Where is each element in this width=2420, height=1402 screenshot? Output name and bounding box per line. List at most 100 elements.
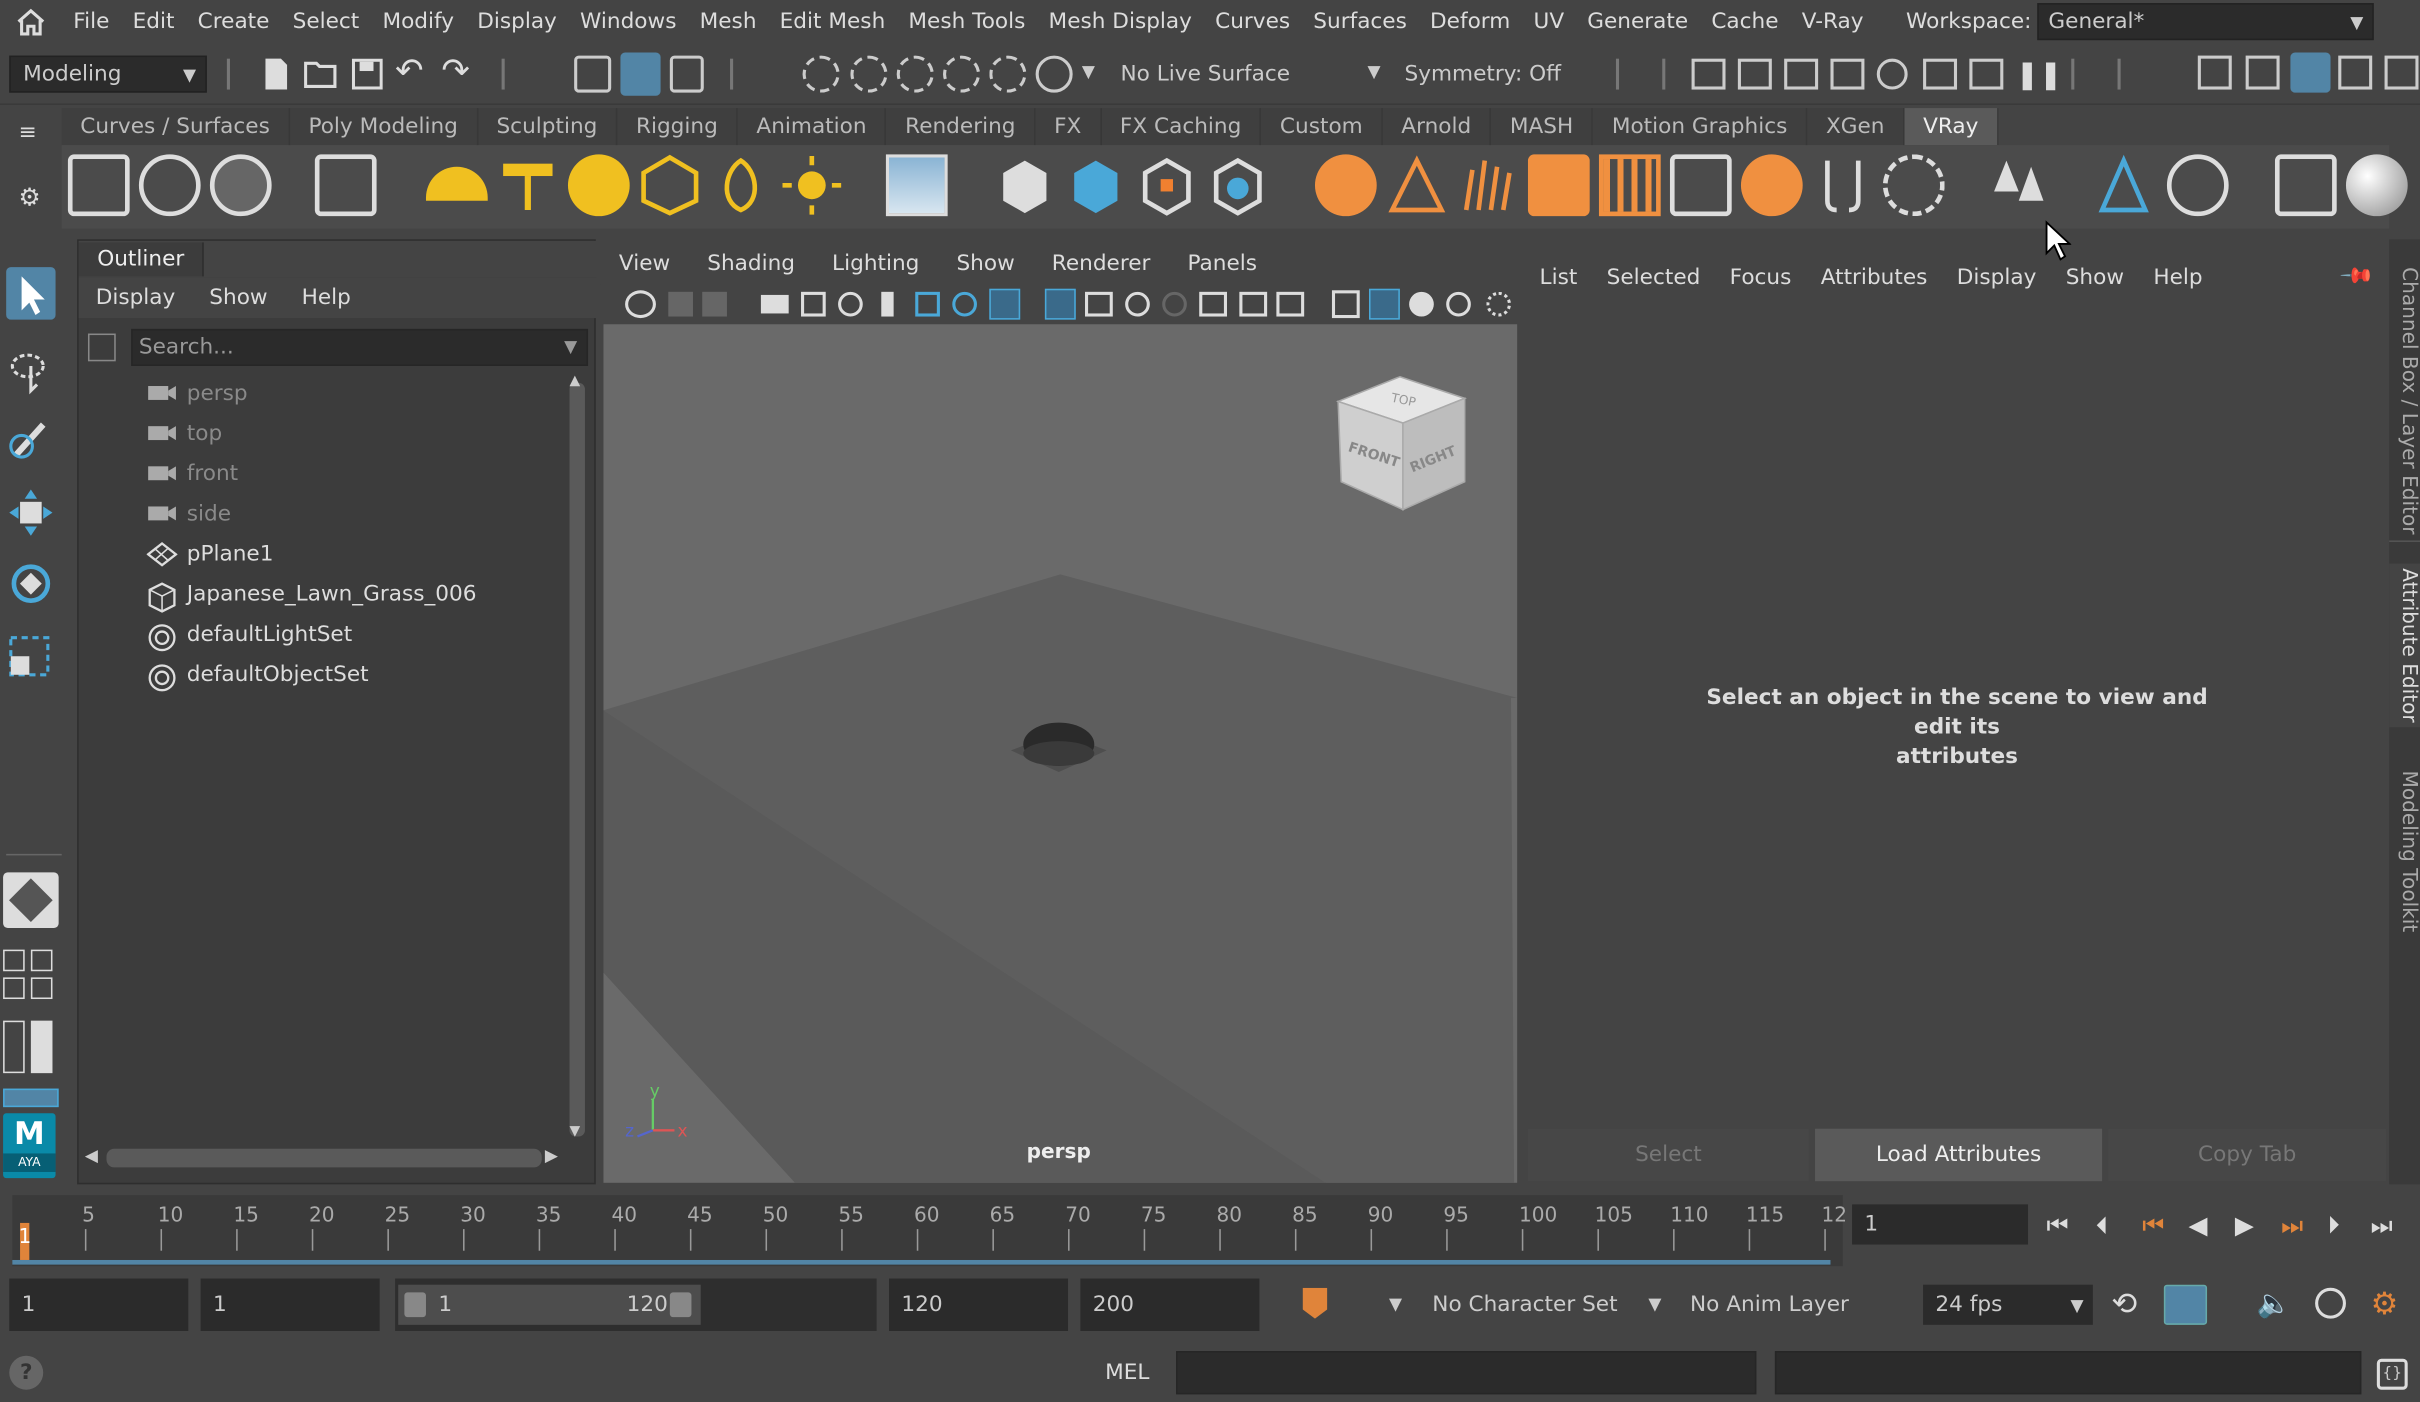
- viewport-menu-show[interactable]: Show: [938, 252, 1033, 277]
- bookmark-flag-icon[interactable]: [881, 291, 894, 317]
- live-surface-field[interactable]: No Live Surface: [1108, 55, 1309, 93]
- last-tool-icon[interactable]: [3, 872, 59, 929]
- shelf-tab-fx[interactable]: FX: [1035, 108, 1102, 146]
- sound-icon[interactable]: 🔈: [2256, 1288, 2291, 1320]
- grid-toggle-icon[interactable]: [1044, 288, 1076, 320]
- camera-attr-icon[interactable]: [668, 291, 693, 317]
- shelf-tab-custom[interactable]: Custom: [1261, 108, 1383, 146]
- layout-outliner-persp-icon[interactable]: [30, 1020, 53, 1074]
- redo-icon[interactable]: ↷: [441, 52, 469, 91]
- snap-grid-icon[interactable]: [802, 55, 840, 93]
- rect-light-icon[interactable]: [497, 154, 559, 216]
- grass-object[interactable]: [1008, 710, 1110, 778]
- step-back-key-icon[interactable]: ⏮: [2142, 1211, 2164, 1242]
- layout-timeline-icon[interactable]: [3, 1088, 59, 1108]
- outliner-item[interactable]: front: [147, 454, 238, 494]
- pan-zoom-icon[interactable]: [952, 291, 977, 317]
- new-scene-icon[interactable]: [262, 57, 290, 91]
- select-tool-icon[interactable]: [6, 267, 56, 320]
- camera-icon[interactable]: [760, 294, 789, 314]
- menu-mesh-tools[interactable]: Mesh Tools: [897, 9, 1037, 34]
- menu-file[interactable]: File: [62, 9, 121, 34]
- resolution-gate-icon[interactable]: [1125, 291, 1150, 317]
- outliner-menu-help[interactable]: Help: [285, 286, 368, 311]
- render-sequence-icon[interactable]: [1737, 58, 1772, 90]
- range-end-handle[interactable]: [669, 1292, 692, 1318]
- shelf-tab-curves-surfaces[interactable]: Curves / Surfaces: [61, 108, 290, 146]
- channel-box-icon[interactable]: [2384, 55, 2419, 90]
- step-forward-frame-icon[interactable]: ⏵: [2327, 1211, 2339, 1242]
- use-lights-icon[interactable]: [1446, 291, 1471, 317]
- camera-select-icon[interactable]: [625, 290, 656, 319]
- scroll-right-icon[interactable]: ▶: [545, 1146, 558, 1166]
- menu-generate[interactable]: Generate: [1576, 9, 1700, 34]
- command-input[interactable]: [1176, 1351, 1757, 1395]
- outliner-item[interactable]: persp: [147, 374, 248, 414]
- vray-frame-buffer-icon[interactable]: [314, 154, 377, 217]
- xray-icon[interactable]: [1486, 291, 1511, 317]
- viewport-menu-view[interactable]: View: [600, 252, 688, 277]
- vray-aperture-icon[interactable]: [209, 154, 272, 217]
- vray-proxy-import-icon[interactable]: [1065, 154, 1127, 216]
- shelf-tab-poly-modeling[interactable]: Poly Modeling: [289, 108, 478, 146]
- human-ik-icon[interactable]: [2245, 55, 2280, 90]
- anim-end-field[interactable]: 200: [1080, 1278, 1260, 1332]
- menu-select[interactable]: Select: [281, 9, 371, 34]
- vray-displacement-icon[interactable]: [1386, 154, 1448, 216]
- shelf-tab-rendering[interactable]: Rendering: [886, 108, 1036, 146]
- play-backwards-icon[interactable]: ◀: [2189, 1211, 2208, 1240]
- shelf-menu-icon[interactable]: ≡: [19, 120, 37, 145]
- shelf-tab-fx-caching[interactable]: FX Caching: [1101, 108, 1262, 146]
- layout-four-icon[interactable]: [3, 977, 25, 1000]
- snap-view-icon[interactable]: [943, 55, 981, 93]
- ae-menu-focus[interactable]: Focus: [1715, 266, 1806, 291]
- sphere-light-icon[interactable]: [567, 154, 630, 217]
- vray-hair-icon[interactable]: [1812, 154, 1874, 216]
- menu-curves[interactable]: Curves: [1204, 9, 1302, 34]
- snap-vertex-icon[interactable]: [1035, 55, 1073, 93]
- ae-select-button[interactable]: Select: [1527, 1128, 1809, 1182]
- current-frame-field[interactable]: 1: [1852, 1204, 2029, 1245]
- snap-curve-icon[interactable]: [850, 55, 888, 93]
- outliner-item[interactable]: defaultLightSet: [147, 615, 352, 655]
- shelf-tab-rigging[interactable]: Rigging: [617, 108, 738, 146]
- scroll-down-icon[interactable]: ▼: [570, 1124, 581, 1139]
- gate-mask-icon[interactable]: [1162, 291, 1187, 317]
- outliner-menu-display[interactable]: Display: [79, 286, 193, 311]
- hypershade-icon[interactable]: [1876, 58, 1908, 90]
- safe-action-icon[interactable]: [1239, 291, 1268, 317]
- outliner-item[interactable]: side: [147, 494, 231, 534]
- loop-icon[interactable]: ⟲: [2111, 1285, 2137, 1322]
- shelf-tab-motion-graphics[interactable]: Motion Graphics: [1593, 108, 1808, 146]
- cache-playback-icon[interactable]: [2163, 1284, 2208, 1325]
- shelf-tab-sculpting[interactable]: Sculpting: [477, 108, 618, 146]
- film-gate-icon[interactable]: [838, 291, 863, 317]
- paint-select-tool-icon[interactable]: [6, 412, 55, 464]
- viewport-menu-panels[interactable]: Panels: [1169, 252, 1276, 277]
- attribute-editor-toggle-icon[interactable]: [2290, 52, 2331, 93]
- vray-toon-icon[interactable]: [1598, 154, 1661, 217]
- menu-mesh-display[interactable]: Mesh Display: [1037, 9, 1204, 34]
- command-lang-label[interactable]: MEL: [1105, 1360, 1149, 1385]
- step-back-frame-icon[interactable]: ⏴: [2096, 1211, 2108, 1242]
- menu-modify[interactable]: Modify: [371, 9, 466, 34]
- vray-cloud-icon[interactable]: [138, 154, 201, 217]
- select-by-object-icon[interactable]: [620, 52, 661, 96]
- viewport-menu-renderer[interactable]: Renderer: [1033, 252, 1169, 277]
- help-icon[interactable]: ?: [9, 1355, 44, 1390]
- layout-outliner-icon[interactable]: [3, 1020, 25, 1074]
- ae-load-attributes-button[interactable]: Load Attributes: [1815, 1128, 2103, 1182]
- outliner-item[interactable]: defaultObjectSet: [147, 655, 369, 695]
- field-chart-icon[interactable]: [1199, 291, 1228, 317]
- ies-light-icon[interactable]: [710, 154, 772, 216]
- lock-camera-icon[interactable]: [801, 291, 826, 317]
- character-set-field[interactable]: No Character Set: [1419, 1278, 1637, 1332]
- script-editor-icon[interactable]: {}: [2376, 1358, 2408, 1390]
- shelf-tab-animation[interactable]: Animation: [737, 108, 887, 146]
- symmetry-field[interactable]: Symmetry: Off: [1392, 55, 1593, 93]
- vray-volume-icon[interactable]: [1207, 154, 1269, 216]
- shelf-tab-vray[interactable]: VRay: [1904, 108, 1999, 146]
- mesh-light-icon[interactable]: [639, 154, 701, 216]
- menu-create[interactable]: Create: [186, 9, 281, 34]
- play-forwards-icon[interactable]: ▶: [2235, 1211, 2254, 1240]
